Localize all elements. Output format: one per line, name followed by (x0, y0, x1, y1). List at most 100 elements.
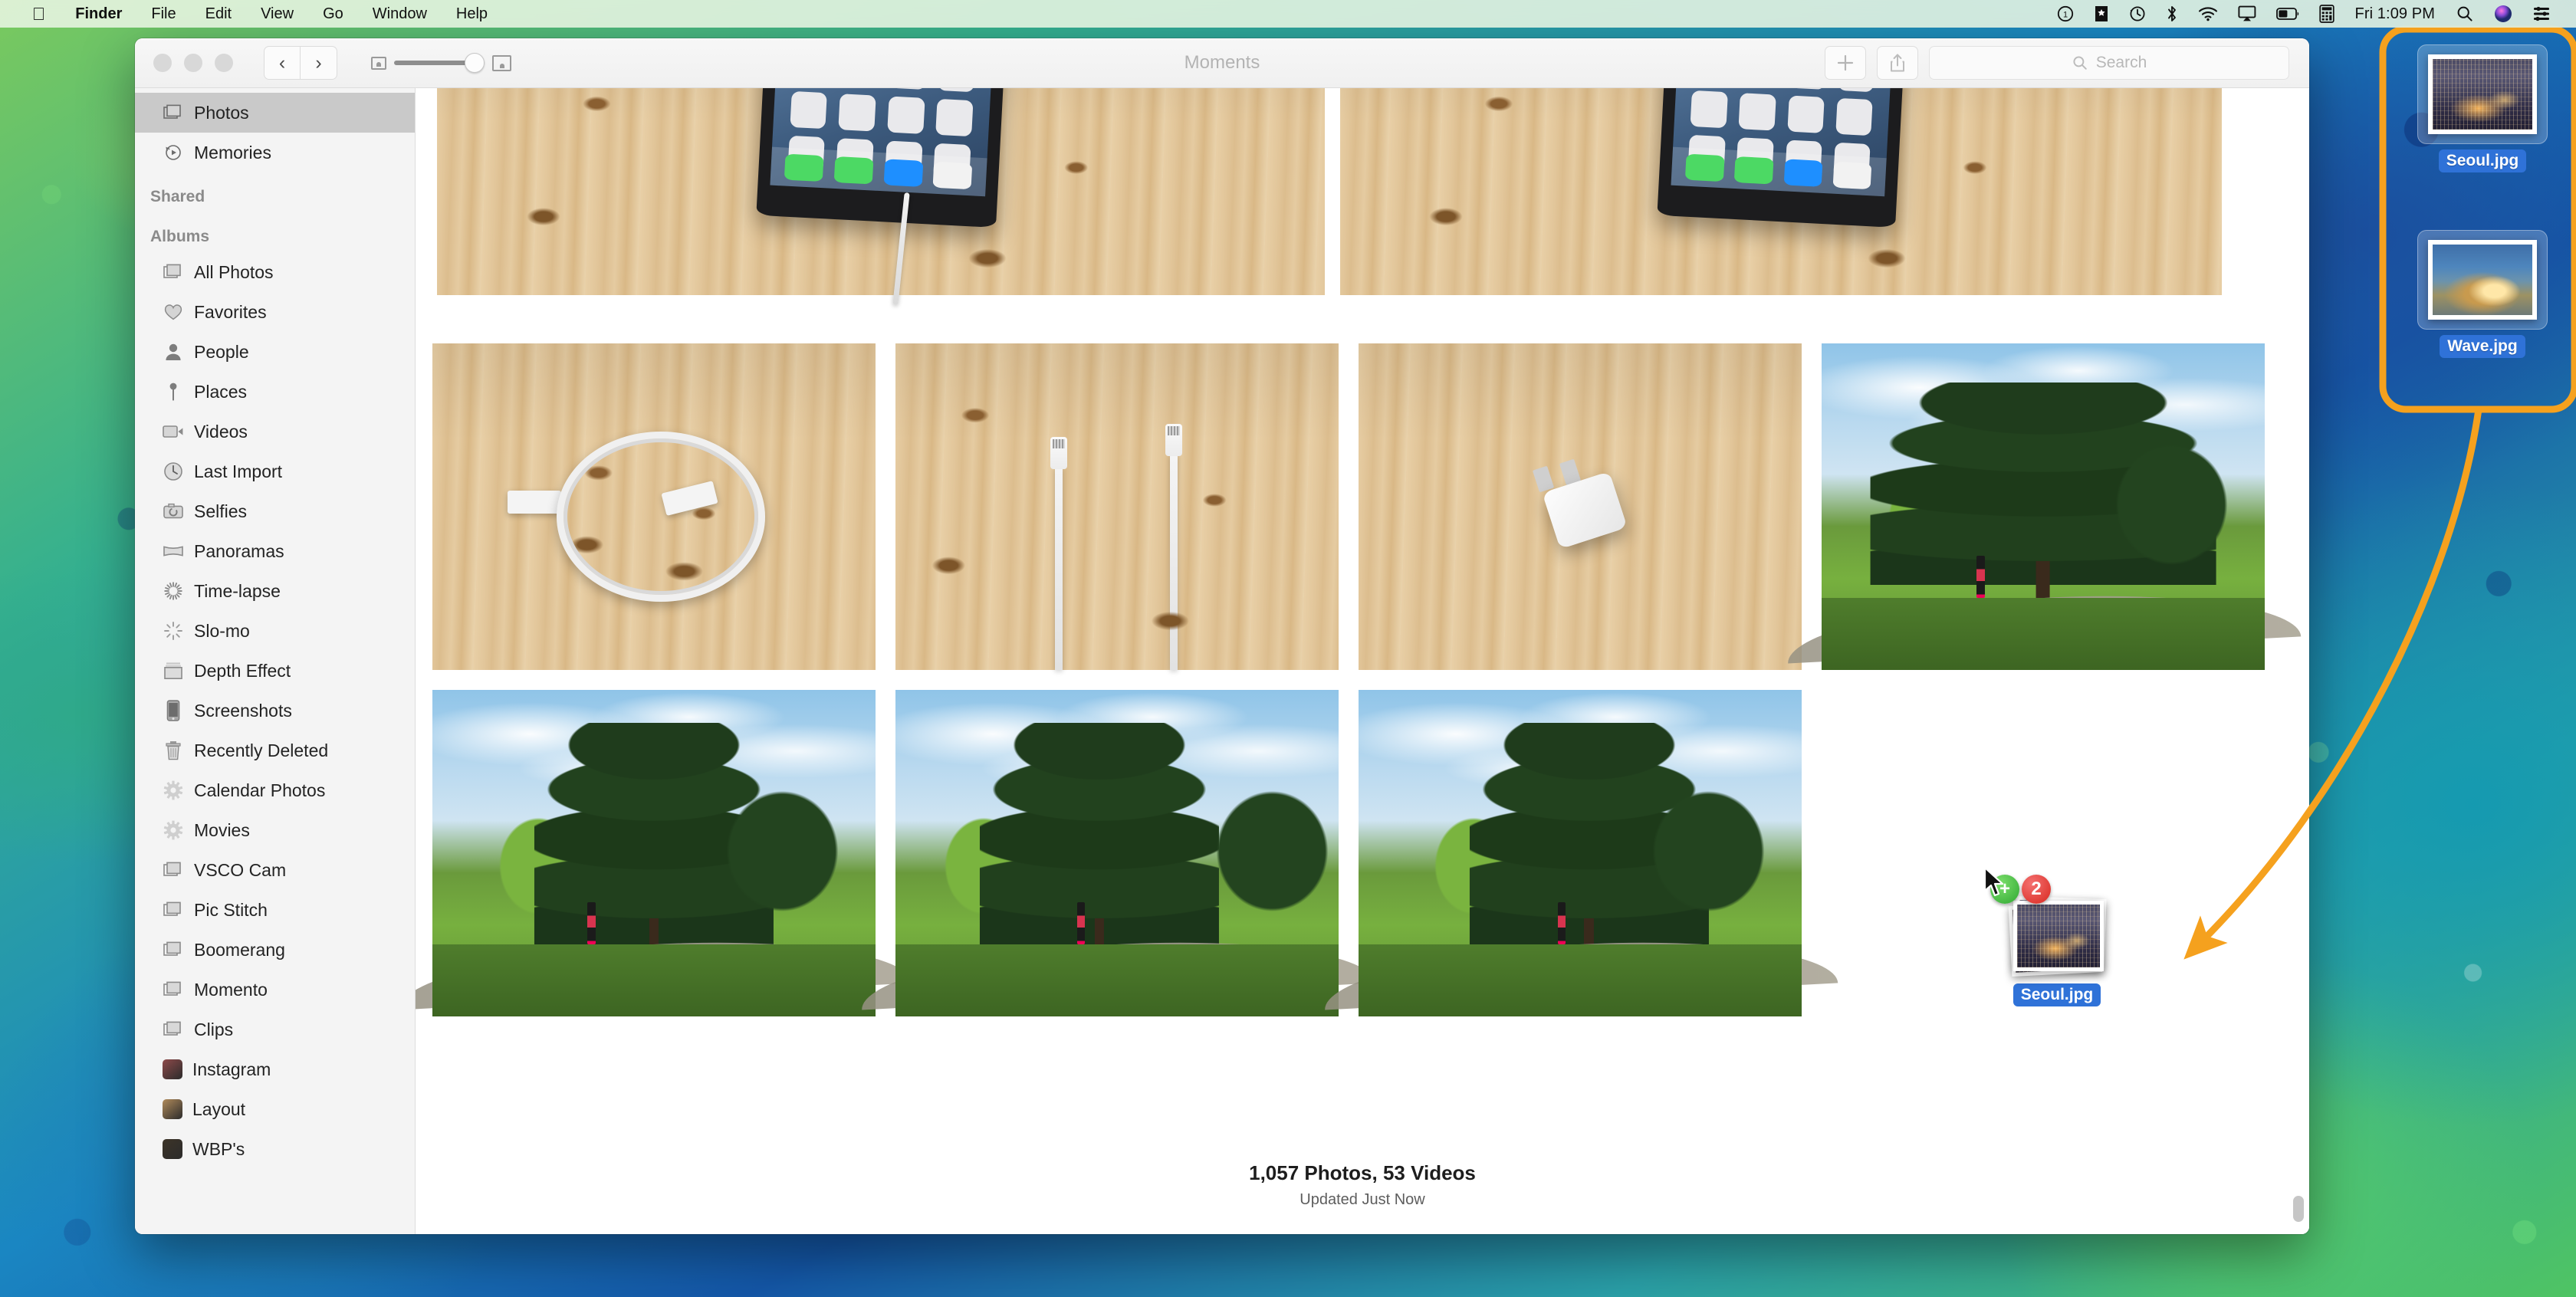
photo-thumbnail[interactable] (437, 88, 1325, 305)
iphone-screen (1671, 88, 1894, 197)
sidebar-item-label: Last Import (194, 461, 283, 481)
photo-thumbnail[interactable] (1322, 690, 1838, 1016)
bluetooth-icon[interactable] (2156, 0, 2188, 28)
sidebar-item-selfies[interactable]: Selfies (135, 491, 415, 531)
icon-selection-highlight (2417, 44, 2548, 144)
photo-grid-area[interactable]: 1,057 Photos, 53 Videos Updated Just Now (416, 88, 2309, 1234)
sidebar-item-last-import[interactable]: Last Import (135, 451, 415, 491)
maximize-button[interactable] (215, 54, 233, 72)
close-button[interactable] (153, 54, 172, 72)
photo-thumbnail[interactable] (416, 690, 912, 1016)
photo-thumbnail[interactable] (1785, 343, 2302, 670)
photos-window[interactable]: ‹ › Moments Search Photos Memories Share… (135, 38, 2309, 1234)
spotlight-search-icon[interactable] (2446, 0, 2484, 28)
gear-icon (163, 780, 184, 800)
back-button[interactable]: ‹ (264, 46, 301, 80)
toolbar-right: Search (1825, 46, 2309, 80)
library-updated: Updated Just Now (1300, 1191, 1425, 1208)
sidebar-item-slo-mo[interactable]: Slo-mo (135, 611, 415, 651)
sidebar-item-vsco-cam[interactable]: VSCO Cam (135, 850, 415, 890)
person-running (1558, 901, 1566, 945)
sidebar[interactable]: Photos Memories Shared Albums All Photos… (135, 88, 416, 1234)
time-machine-icon[interactable] (2119, 0, 2156, 28)
sidebar-item-panoramas[interactable]: Panoramas (135, 531, 415, 571)
menu-item-finder[interactable]: Finder (61, 0, 136, 28)
sidebar-item-movies[interactable]: Movies (135, 810, 415, 850)
menu-item-file[interactable]: File (136, 0, 190, 28)
photo-thumbnail[interactable] (895, 343, 1339, 670)
menu-item-edit[interactable]: Edit (191, 0, 246, 28)
apple-logo-icon[interactable]:  (17, 1, 61, 27)
sidebar-item-depth-effect[interactable]: Depth Effect (135, 651, 415, 691)
sidebar-item-label: Videos (194, 421, 248, 442)
menu-bar-status-area: 1 Fri 1:09 PM (2047, 0, 2576, 28)
sidebar-item-pic-stitch[interactable]: Pic Stitch (135, 890, 415, 930)
desktop-icon-label[interactable]: Wave.jpg (2440, 335, 2525, 358)
sidebar-item-layout[interactable]: Layout (135, 1089, 415, 1129)
large-photo-icon (492, 54, 511, 71)
sidebar-item-memories[interactable]: Memories (135, 133, 415, 172)
photos-stack-icon (163, 940, 184, 960)
slomo-icon (163, 621, 184, 641)
sidebar-item-places[interactable]: Places (135, 372, 415, 412)
menu-item-view[interactable]: View (246, 0, 308, 28)
thumbnail-size-slider[interactable] (394, 53, 485, 73)
sidebar-item-boomerang[interactable]: Boomerang (135, 930, 415, 970)
vertical-scrollbar[interactable] (2293, 1196, 2304, 1222)
sidebar-item-label: Depth Effect (194, 660, 291, 681)
library-count: 1,057 Photos, 53 Videos (1249, 1161, 1476, 1184)
control-center-icon[interactable] (2522, 0, 2561, 28)
search-placeholder: Search (2095, 54, 2147, 71)
slider-knob[interactable] (465, 53, 485, 73)
navigation-buttons: ‹ › (264, 46, 337, 80)
sidebar-item-all-photos[interactable]: All Photos (135, 252, 415, 292)
sidebar-item-momento[interactable]: Momento (135, 970, 415, 1010)
photo-thumbnail[interactable] (432, 343, 876, 670)
menu-bar-clock[interactable]: Fri 1:09 PM (2344, 5, 2446, 23)
wifi-icon[interactable] (2188, 0, 2228, 28)
sidebar-item-people[interactable]: People (135, 332, 415, 372)
dnd-badge-icon[interactable]: 1 (2047, 0, 2084, 28)
cable-plug (660, 481, 718, 517)
sidebar-item-wbp-s[interactable]: WBP's (135, 1129, 415, 1169)
trash-icon (163, 740, 184, 760)
photo-thumbnail[interactable] (859, 690, 1375, 1016)
menu-item-window[interactable]: Window (358, 0, 442, 28)
desktop-icon-wave[interactable]: Wave.jpg (2406, 230, 2559, 358)
gear-icon (163, 820, 184, 840)
sidebar-item-time-lapse[interactable]: Time-lapse (135, 571, 415, 611)
sidebar-item-clips[interactable]: Clips (135, 1010, 415, 1049)
photo-thumbnail[interactable] (1359, 343, 1802, 670)
battery-icon[interactable] (2266, 0, 2309, 28)
minimize-button[interactable] (184, 54, 202, 72)
sidebar-album-list: All Photos Favorites People Places Videos Las… (135, 252, 415, 1169)
sidebar-item-videos[interactable]: Videos (135, 412, 415, 451)
sidebar-item-photos[interactable]: Photos (135, 93, 415, 133)
map-pin-icon (163, 382, 184, 402)
desktop-icon-seoul[interactable]: Seoul.jpg (2406, 44, 2559, 172)
iphone-dock (770, 146, 987, 197)
siri-icon[interactable] (2484, 0, 2522, 28)
panorama-icon (163, 541, 184, 561)
photo-grid-scroll[interactable] (416, 88, 2309, 1234)
share-button[interactable] (1877, 46, 1918, 80)
sidebar-item-instagram[interactable]: Instagram (135, 1049, 415, 1089)
sidebar-item-recently-deleted[interactable]: Recently Deleted (135, 731, 415, 770)
drag-ghost: + 2 Seoul.jpg (1990, 875, 2107, 1006)
calculator-icon[interactable] (2309, 0, 2344, 28)
airplay-icon[interactable] (2228, 0, 2266, 28)
sidebar-item-calendar-photos[interactable]: Calendar Photos (135, 770, 415, 810)
video-camera-icon (163, 422, 184, 442)
photos-stack-icon (163, 860, 184, 880)
bookmark-icon[interactable] (2084, 0, 2119, 28)
sidebar-item-screenshots[interactable]: Screenshots (135, 691, 415, 731)
menu-item-go[interactable]: Go (308, 0, 358, 28)
search-field[interactable]: Search (1929, 46, 2289, 80)
menu-item-help[interactable]: Help (442, 0, 502, 28)
window-titlebar[interactable]: ‹ › Moments Search (135, 38, 2309, 88)
forward-button[interactable]: › (301, 46, 337, 80)
desktop-icon-label[interactable]: Seoul.jpg (2438, 149, 2527, 172)
sidebar-item-favorites[interactable]: Favorites (135, 292, 415, 332)
add-button[interactable] (1825, 46, 1866, 80)
photo-thumbnail[interactable] (1340, 88, 2222, 295)
